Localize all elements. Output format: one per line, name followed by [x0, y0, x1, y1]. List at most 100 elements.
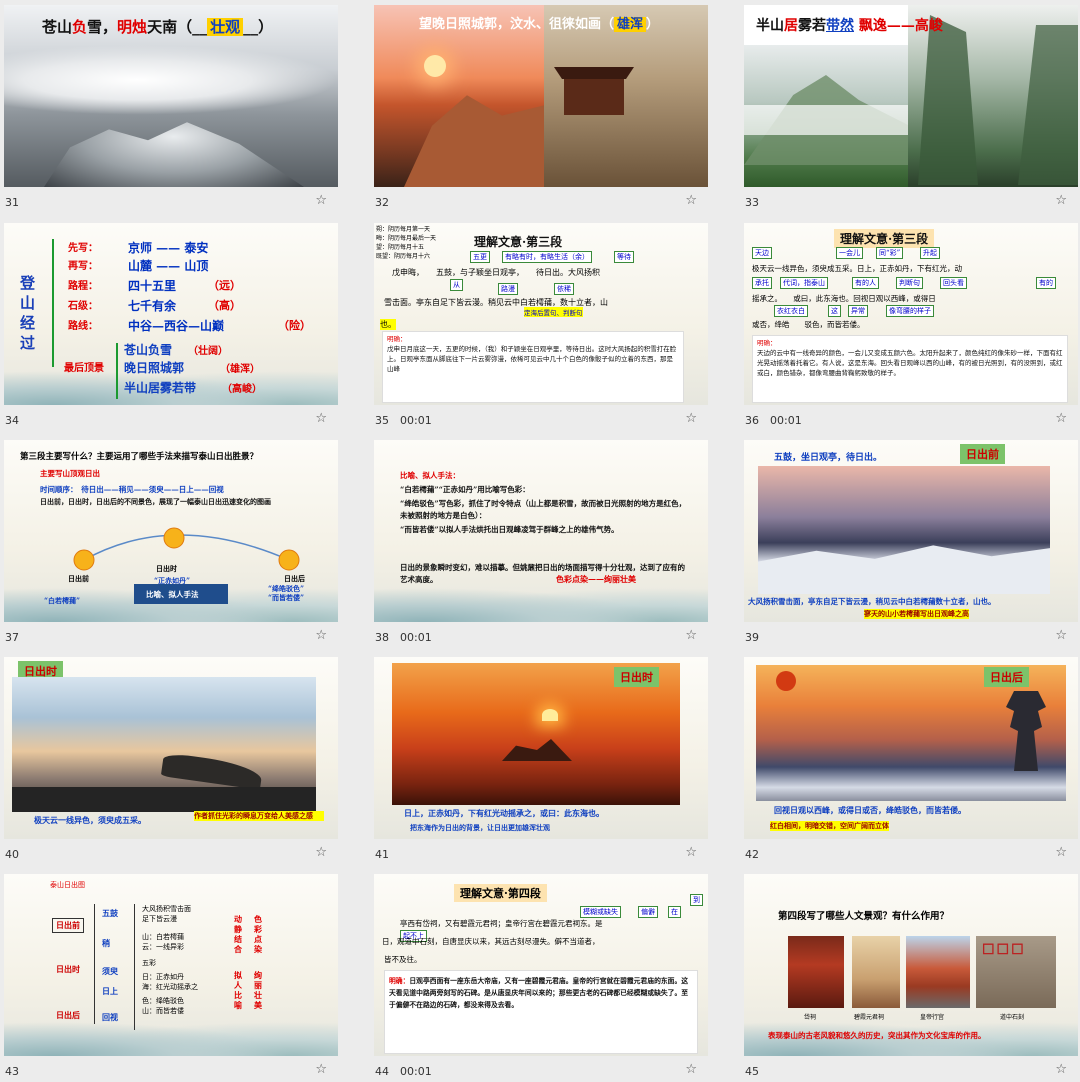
node: 须臾	[102, 966, 118, 976]
note-tag: 这	[828, 305, 841, 317]
star-icon[interactable]: ☆	[315, 845, 327, 860]
star-icon[interactable]: ☆	[315, 1062, 327, 1077]
slide-thumb-45[interactable]: 第四段写了哪些人文景观？有什么作用？ ☐☐☐ 岱祠 碧霞元君祠 皇帝行宫 道中石…	[740, 869, 1078, 1082]
star-icon[interactable]: ☆	[685, 1062, 697, 1077]
slide-number: 33	[745, 196, 759, 209]
scene-list: 苍山负雪 （壮阔） 晚日照城郭 （雄浑） 半山居雾若带 （高峻）	[124, 343, 263, 395]
last-label: 最后顶景	[64, 363, 104, 374]
slide-thumb-38[interactable]: 比喻、拟人手法： “白若樗蒱”“正赤如丹”用比喻写色彩： “绛皓驳色”写色彩，抓…	[370, 435, 708, 648]
pic-label: 岱祠	[804, 1014, 817, 1021]
note-tag: 代词，指泰山	[780, 277, 828, 289]
node: 回视	[102, 1012, 118, 1022]
slide-number: 38	[375, 631, 389, 644]
slide-header: 理解文意·第三段	[474, 235, 563, 249]
slide-footer: 33 ☆	[740, 187, 1073, 213]
slide-thumb-33[interactable]: 半山居雾若带然 飘逸——高峻 33 ☆	[740, 0, 1078, 213]
star-icon[interactable]: ☆	[1055, 845, 1067, 860]
cloud-sea-image	[4, 45, 338, 115]
slide-header: 理解文意·第四段	[454, 884, 547, 902]
sun-label-right: 日出后	[284, 574, 305, 583]
slide-footer: 42 ☆	[740, 839, 1073, 865]
slide-title: 苍山负雪，明烛天南（__ 壮观 __）	[42, 18, 274, 36]
text-line: 亭西有岱祠，又有碧霞元君祠；皇帝行宫在碧霞元君祠东。是	[400, 919, 603, 928]
explanation-box: 明确： 戊申日月底这一天，五更的时候，（我）和子颖坐在日观亭里，等待日出。这时大风…	[382, 331, 684, 403]
star-icon[interactable]: ☆	[315, 193, 327, 208]
grammar-note: 定海后置句、判断句	[524, 307, 583, 317]
slide-thumb-44[interactable]: 理解文意·第四段 模糊或缺失 偏僻 在 到 起不上 亭西有岱祠，又有碧霞元君祠；…	[370, 869, 708, 1082]
goddess-photo	[852, 936, 900, 1008]
star-icon[interactable]: ☆	[315, 628, 327, 643]
slide-number: 39	[745, 631, 759, 644]
note-tag: 五更	[470, 251, 490, 263]
method-title: 比喻、拟人手法：	[400, 471, 460, 480]
text-line: 日，观道中石刻，自唐显庆以来，其远古刻尽漫失。僻不当道者，	[382, 937, 600, 946]
slide-preview: 登山经过 先写： 京师 —— 泰安 再写： 山麓 —— 山顶 路程： 四十五里 （远） …	[4, 223, 338, 405]
slide-preview: 理解文意·第三段 朔：阴历每月第一天 晦：阴历每月最后一天 望：阴历每月十五 既望：阴…	[374, 223, 708, 405]
note-tag: 判断句	[896, 277, 923, 289]
star-icon[interactable]: ☆	[1055, 1062, 1067, 1077]
slide-footer: 31 ☆	[0, 187, 333, 213]
slide-number: 40	[5, 848, 19, 861]
star-icon[interactable]: ☆	[315, 411, 327, 426]
slide-header: 理解文意·第三段	[834, 229, 935, 248]
slide-number: 35	[375, 414, 389, 427]
star-icon[interactable]: ☆	[685, 845, 697, 860]
slide-number: 44	[375, 1065, 389, 1078]
note-tag: 升起	[920, 247, 940, 259]
node: 五鼓	[102, 908, 118, 918]
slide-number: 45	[745, 1065, 759, 1078]
slide-number: 32	[375, 196, 389, 209]
technique: 绚丽壮美	[254, 970, 262, 1010]
phase-label: 日出后	[984, 667, 1029, 687]
phase-after: 日出后	[56, 1010, 80, 1020]
slide-thumb-40[interactable]: 日出时 极天云一线异色，须臾成五采。 作者抓住光彩的瞬息万变给人美感之感 40 …	[0, 652, 338, 865]
slide-thumb-37[interactable]: 第三段主要写什么？主要运用了哪些手法来描写泰山日出胜景？ 主要写山顶观日出 时间…	[0, 435, 338, 648]
node: 稍	[102, 938, 110, 948]
route-list: 先写： 京师 —— 泰安 再写： 山麓 —— 山顶 路程： 四十五里 （远） 石级： 七千…	[68, 241, 311, 333]
star-icon[interactable]: ☆	[1055, 193, 1067, 208]
slide-thumb-35[interactable]: 理解文意·第三段 朔：阴历每月第一天 晦：阴历每月最后一天 望：阴历每月十五 既望：阴…	[370, 218, 708, 431]
slide-thumb-41[interactable]: 日出时 日上，正赤如丹，下有红光动摇承之，或曰：此东海也。 把东海作为日出的背景…	[370, 652, 708, 865]
slide-thumb-39[interactable]: 五鼓，坐日观亭，待日出。 日出前 大风扬积雪击面，亭东自足下皆云漫，稍见云中白若…	[740, 435, 1078, 648]
slide-preview: 五鼓，坐日观亭，待日出。 日出前 大风扬积雪击面，亭东自足下皆云漫，稍见云中白若…	[744, 440, 1078, 622]
node: 日上	[102, 986, 118, 996]
star-icon[interactable]: ☆	[685, 411, 697, 426]
slide-preview: 第四段写了哪些人文景观？有什么作用？ ☐☐☐ 岱祠 碧霞元君祠 皇帝行宫 道中石…	[744, 874, 1078, 1056]
explanation-box: 明确： 天边的云中有一线奇异的颜色，一会儿又变成五颜六色。太阳升起来了，颜色纯红的…	[752, 335, 1068, 403]
slide-thumb-31[interactable]: 苍山负雪，明烛天南（__ 壮观 __） 31 ☆	[0, 0, 338, 213]
star-icon[interactable]: ☆	[685, 193, 697, 208]
snow-dawn-image	[758, 466, 1050, 594]
slide-thumb-42[interactable]: 日出后 回视日观以西峰，或得日或否，绛皓驳色，而皆若偻。 红白相间，明暗交错，空…	[740, 652, 1078, 865]
answer: 表现泰山的古老风貌和悠久的历史，突出其作为文化宝库的作用。	[768, 1031, 986, 1040]
slide-preview: 半山居雾若带然 飘逸——高峻	[744, 5, 1078, 187]
technique: 拟人比喻	[234, 970, 242, 1010]
slide-thumb-32[interactable]: 望晚日照城郭，汶水、徂徕如画（ 雄浑） 32 ☆	[370, 0, 708, 213]
snowy-peak-image	[44, 122, 304, 187]
palace-photo	[906, 936, 970, 1008]
star-icon[interactable]: ☆	[685, 628, 697, 643]
star-icon[interactable]: ☆	[1055, 411, 1067, 426]
time-order: 时间顺序： 待日出——稍见——须臾——日上——回视	[40, 485, 224, 494]
slide-preview: 日出时 日上，正赤如丹，下有红光动摇承之，或曰：此东海也。 把东海作为日出的背景…	[374, 657, 708, 839]
quote-left: “白若樗蒱”	[44, 596, 81, 605]
inscription-art: ☐☐☐	[982, 942, 1026, 958]
pic-label: 皇帝行宫	[920, 1014, 945, 1021]
slide-footer: 34 ☆	[0, 405, 333, 431]
caption-note: 作者抓住光彩的瞬息万变给人美感之感	[194, 811, 324, 821]
star-icon[interactable]: ☆	[1055, 628, 1067, 643]
phase-label: 日出前	[960, 444, 1005, 464]
quote-right: “绛皓驳色” “而皆若偻”	[268, 584, 305, 602]
sunrise-cliff-image	[12, 677, 316, 812]
p4-highlight: 色彩点染——绚丽壮美	[556, 574, 636, 584]
caption-note: 红白相间，明暗交错，空间广阔而立体	[770, 821, 889, 831]
slide-thumb-43[interactable]: 泰山日出图 日出前 日出时 日出后 五鼓 稍 须臾 日上 回视 大风扬积雪击面足…	[0, 869, 338, 1082]
slide-preview: 理解文意·第四段 模糊或缺失 偏僻 在 到 起不上 亭西有岱祠，又有碧霞元君祠；…	[374, 874, 708, 1056]
slide-thumb-34[interactable]: 登山经过 先写： 京师 —— 泰安 再写： 山麓 —— 山顶 路程： 四十五里 （远） …	[0, 218, 338, 431]
p4: 日出的景象瞬时变幻，难以描摹。但姚鼐把日出的场面描写得十分壮观，达到了应有的艺术…	[400, 563, 685, 584]
text-line: 皆不及往。	[384, 955, 422, 964]
slide-preview: 泰山日出图 日出前 日出时 日出后 五鼓 稍 须臾 日上 回视 大风扬积雪击面足…	[4, 874, 338, 1056]
slide-number: 41	[375, 848, 389, 861]
slide-thumb-36[interactable]: 理解文意·第三段 天边 一会儿 同“彩” 升起 极天云一线异色，须臾成五采。日上…	[740, 218, 1078, 431]
p3: “而皆若偻”以拟人手法烘托出日观峰凌驾于群峰之上的雄伟气势。	[400, 525, 619, 534]
slide-footer: 38 00:01 ☆	[370, 622, 703, 648]
